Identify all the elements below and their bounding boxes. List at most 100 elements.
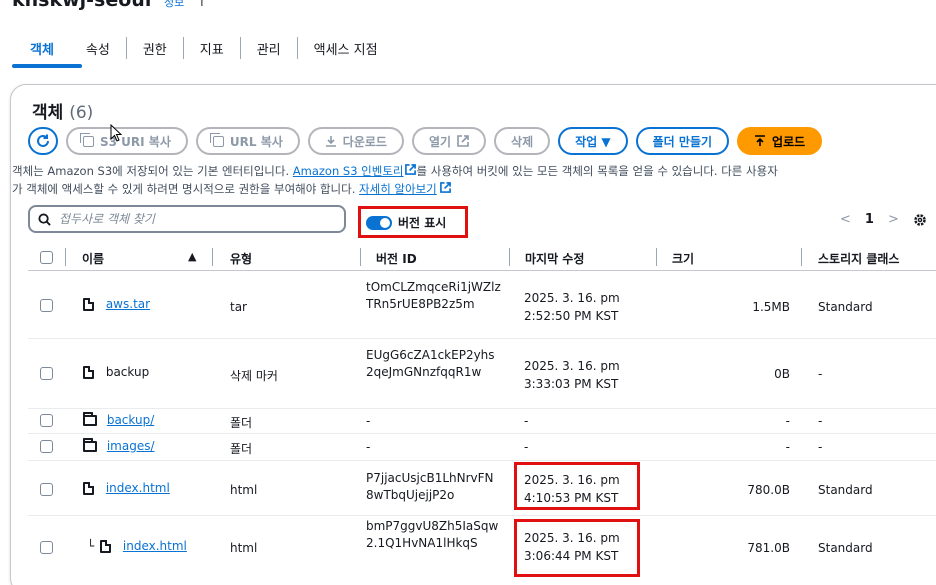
table-row[interactable]: backup/ 폴더 - - - - <box>28 409 936 433</box>
object-name-link[interactable]: index.html <box>106 481 170 495</box>
column-divider <box>360 248 361 266</box>
bucket-name: khskwj-seoul <box>12 0 152 11</box>
column-divider <box>801 248 802 266</box>
page-number[interactable]: 1 <box>865 212 874 227</box>
refresh-button[interactable] <box>28 127 58 155</box>
next-page-button[interactable]: > <box>888 212 899 227</box>
external-link-icon <box>404 164 416 175</box>
column-header-storage-class[interactable]: 스토리지 클래스 <box>818 250 899 267</box>
external-link-icon <box>457 135 469 147</box>
gear-icon[interactable] <box>913 213 927 227</box>
column-divider <box>656 248 657 266</box>
row-checkbox[interactable] <box>40 541 53 554</box>
upload-icon <box>755 135 766 146</box>
object-type: 폴더 <box>230 416 253 430</box>
version-id: EUgG6cZA1ckEP2yhs2qeJmGNnzfqqR1w <box>366 348 495 379</box>
folder-icon <box>83 438 97 452</box>
storage-class: - <box>818 440 823 454</box>
open-button[interactable]: 열기 <box>411 127 487 155</box>
table-row[interactable]: aws.tar tar tOmCLZmqceRi1jWZlzTRn5rUE8PB… <box>28 272 936 338</box>
objects-title: 객체 (6) <box>32 103 94 123</box>
download-icon <box>325 136 336 147</box>
table-row[interactable]: backup 삭제 마커 EUgG6cZA1ckEP2yhs2qeJmGNnzf… <box>28 339 936 407</box>
show-versions-toggle[interactable] <box>366 216 392 230</box>
tab-permissions[interactable]: 권한 <box>127 39 183 58</box>
copy-s3-uri-button[interactable]: S3 URI 복사 <box>66 127 188 155</box>
highlight-box <box>514 519 640 577</box>
tab-metrics[interactable]: 지표 <box>184 39 240 58</box>
table-row[interactable]: images/ 폴더 - - - - <box>28 434 936 460</box>
version-id: tOmCLZmqceRi1jWZlzTRn5rUE8PB2z5m <box>366 280 501 311</box>
upload-button[interactable]: 업로드 <box>737 127 823 155</box>
version-id: - <box>366 414 371 428</box>
column-header-size[interactable]: 크기 <box>672 250 694 267</box>
last-modified: 2025. 3. 16. pm 3:33:03 PM KST <box>524 359 620 391</box>
row-checkbox[interactable] <box>40 414 53 427</box>
row-checkbox[interactable] <box>40 483 53 496</box>
object-name-link[interactable]: index.html <box>123 539 187 553</box>
actions-dropdown[interactable]: 작업 ▼ <box>558 127 628 155</box>
pagination: < 1 > <box>840 212 927 227</box>
object-type: 삭제 마커 <box>230 369 278 383</box>
learn-more-link[interactable]: 자세히 알아보기 <box>359 182 437 196</box>
info-link[interactable]: 정보 <box>164 0 184 9</box>
row-checkbox[interactable] <box>40 367 53 380</box>
column-divider <box>65 248 66 266</box>
table-row[interactable]: index.html html P7jjacUsjcB1LhNrvFN8wTbq… <box>28 461 936 515</box>
search-input[interactable] <box>59 212 339 226</box>
file-icon <box>83 298 94 311</box>
external-link-icon <box>440 182 452 193</box>
storage-class: Standard <box>818 541 873 555</box>
create-folder-button[interactable]: 폴더 만들기 <box>635 127 730 155</box>
object-size: 780.0B <box>747 483 790 497</box>
copy-url-button[interactable]: URL 복사 <box>195 127 300 155</box>
select-all-checkbox[interactable] <box>40 251 53 264</box>
object-name-cell: images/ <box>83 438 155 453</box>
delete-button[interactable]: 삭제 <box>494 127 551 155</box>
objects-count: (6) <box>69 103 94 123</box>
version-id: P7jjacUsjcB1LhNrvFN8wTbqUjejjP2o <box>366 471 494 502</box>
copy-icon <box>80 132 94 147</box>
show-versions-label: 버전 표시 <box>398 216 447 230</box>
object-name-cell: backup/ <box>83 412 154 427</box>
column-header-last-modified[interactable]: 마지막 수정 <box>525 250 584 267</box>
tab-objects[interactable]: 객체 <box>12 39 70 58</box>
table-row[interactable]: └ index.html html bmP7ggvU8Zh5IaSqw2.1Q1… <box>28 516 936 585</box>
object-type: html <box>230 541 258 555</box>
refresh-icon <box>37 134 49 147</box>
prev-page-button[interactable]: < <box>840 212 851 227</box>
tab-access-points[interactable]: 액세스 지점 <box>298 39 394 58</box>
bucket-title: khskwj-seoul 정보 ↑ <box>12 0 207 11</box>
column-divider <box>509 248 510 266</box>
column-header-version-id[interactable]: 버전 ID <box>376 250 417 267</box>
storage-class: - <box>818 367 823 381</box>
object-name-link[interactable]: aws.tar <box>106 297 150 311</box>
object-type: 폴더 <box>230 442 253 456</box>
storage-class: Standard <box>818 300 873 314</box>
highlight-box <box>514 462 640 510</box>
object-name-cell: aws.tar <box>83 297 150 311</box>
inventory-link[interactable]: Amazon S3 인벤토리 <box>293 164 404 178</box>
version-id: bmP7ggvU8Zh5IaSqw2.1Q1HvNA1lHkqS <box>366 519 499 550</box>
version-id: - <box>366 440 371 454</box>
sort-ascending-icon[interactable]: ▲ <box>188 250 196 263</box>
object-name-link[interactable]: backup/ <box>107 413 154 427</box>
row-checkbox[interactable] <box>40 440 53 453</box>
objects-toolbar: S3 URI 복사 URL 복사 다운로드 열기 삭제 작업 ▼ 폴더 만들기 … <box>28 126 823 156</box>
column-header-type[interactable]: 유형 <box>230 250 252 267</box>
row-checkbox[interactable] <box>40 299 53 312</box>
tab-management[interactable]: 관리 <box>241 39 297 58</box>
object-name-cell: backup <box>83 365 149 379</box>
object-name: backup <box>105 365 150 379</box>
search-icon <box>38 212 51 226</box>
tab-properties[interactable]: 속성 <box>70 39 126 58</box>
object-name-link[interactable]: images/ <box>107 439 155 453</box>
table-header: 이름 ▲ 유형 버전 ID 마지막 수정 크기 스토리지 클래스 <box>36 246 936 270</box>
object-size: 1.5MB <box>752 300 790 314</box>
object-type: html <box>230 483 258 497</box>
column-header-name[interactable]: 이름 <box>82 250 104 267</box>
download-button[interactable]: 다운로드 <box>307 127 404 155</box>
object-name-cell: index.html <box>83 481 170 495</box>
folder-icon <box>83 412 97 426</box>
last-modified: - <box>524 440 529 454</box>
